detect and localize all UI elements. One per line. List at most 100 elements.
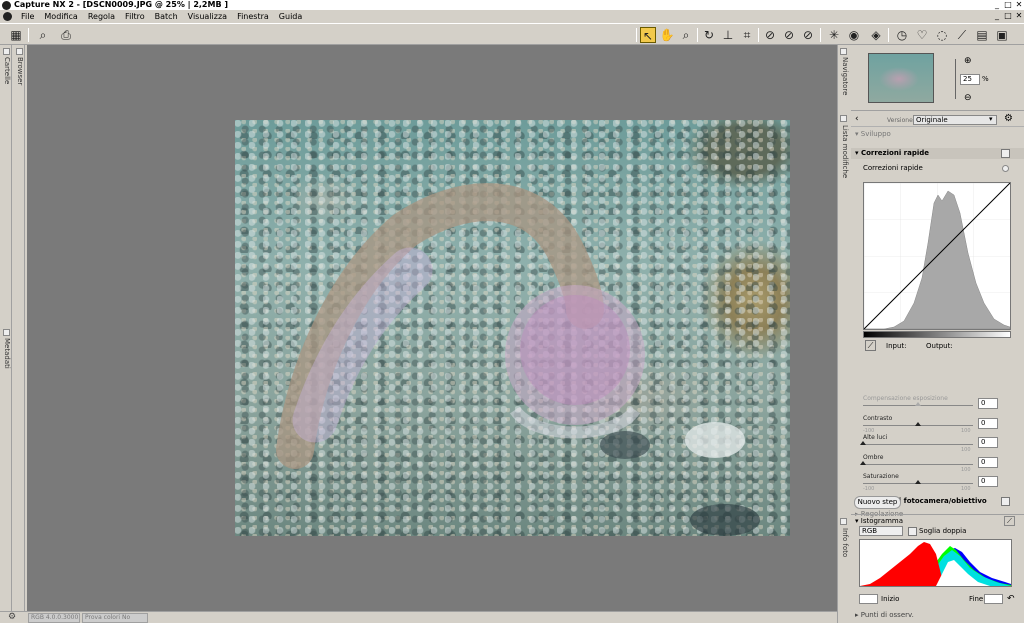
start-field[interactable] xyxy=(859,594,878,604)
tab-cartelle[interactable]: Cartelle xyxy=(3,57,11,84)
zoom-unit: % xyxy=(982,75,989,83)
navigator-toggle[interactable] xyxy=(840,48,847,55)
arrow-tool-icon[interactable]: ↖ xyxy=(640,27,656,43)
camera-fix-checkbox[interactable] xyxy=(1001,497,1010,506)
slider-max-label: 100 xyxy=(961,447,971,453)
end-label: Fine xyxy=(969,595,984,603)
straighten-icon[interactable]: ⊥ xyxy=(720,27,736,43)
tab-metadati[interactable]: Metadati xyxy=(3,338,11,369)
slider-label: Contrasto xyxy=(863,414,893,422)
workspace-grid-icon[interactable]: ▦ xyxy=(8,27,24,43)
zoom-out-icon[interactable]: ⊖ xyxy=(964,93,974,103)
color-info: RGB 4.0.0.3000 xyxy=(28,613,80,623)
double-threshold-checkbox[interactable] xyxy=(908,527,917,536)
print-icon[interactable]: ⎙ xyxy=(58,27,74,43)
histogram-eyedropper-icon[interactable]: ⟋ xyxy=(1004,516,1015,526)
quick-fix-radio[interactable] xyxy=(1002,165,1009,172)
marquee-icon[interactable]: ◌ xyxy=(934,27,950,43)
menu-file[interactable]: File xyxy=(16,10,39,23)
slider-thumb[interactable] xyxy=(915,402,921,406)
selection-tool-icon[interactable]: ◈ xyxy=(868,27,884,43)
zoom-slider[interactable] xyxy=(955,59,956,99)
navigator-panel: ⊕ 25 % ⊖ xyxy=(851,45,1024,111)
black-point-icon[interactable]: ⊘ xyxy=(762,27,778,43)
browse-zoom-icon[interactable]: ⌕ xyxy=(35,27,51,43)
slider-thumb[interactable] xyxy=(860,460,866,465)
minimize-button[interactable]: _ xyxy=(992,0,1002,10)
slider-value-field[interactable]: 0 xyxy=(978,437,998,448)
new-step-button[interactable]: Nuovo step xyxy=(854,496,901,509)
edit-list-panel: ‹ Versione Originale ▾ ⚙ ▾ Sviluppo ▾ Co… xyxy=(851,112,1024,518)
browser-toggle[interactable] xyxy=(16,48,23,55)
quick-fix-enable-checkbox[interactable] xyxy=(1001,149,1010,158)
tab-info-foto[interactable]: Info foto xyxy=(841,528,849,557)
hand-tool-icon[interactable]: ✋ xyxy=(659,27,675,43)
neutral-point-icon[interactable]: ⊘ xyxy=(781,27,797,43)
photo-image[interactable] xyxy=(235,120,790,536)
slider-thumb[interactable] xyxy=(915,480,921,484)
doc-close-button[interactable]: ✕ xyxy=(1014,11,1024,21)
maximize-button[interactable]: □ xyxy=(1003,0,1013,10)
slider-value-field[interactable]: 0 xyxy=(978,456,998,468)
tab-navigatore[interactable]: Navigatore xyxy=(841,57,849,95)
slider-thumb[interactable] xyxy=(860,441,866,445)
panel-options-gear-icon[interactable]: ⚙ xyxy=(1004,113,1013,124)
menu-visualizza[interactable]: Visualizza xyxy=(183,10,232,23)
control-point-icon[interactable]: ◷ xyxy=(894,27,910,43)
doc-minimize-button[interactable]: _ xyxy=(992,11,1002,21)
menu-modifica[interactable]: Modifica xyxy=(39,10,82,23)
tone-curve-graph[interactable] xyxy=(863,182,1011,330)
proof-colors-select[interactable]: Prova colori No xyxy=(82,613,148,623)
sviluppo-header[interactable]: ▾ Sviluppo xyxy=(851,129,1024,140)
image-canvas[interactable] xyxy=(27,45,837,611)
zoom-field[interactable]: 25 xyxy=(960,74,980,85)
photo-info-toggle[interactable] xyxy=(840,518,847,525)
navigator-thumbnail[interactable] xyxy=(868,53,934,103)
curve-pick-icon[interactable]: ⟋ xyxy=(865,340,876,351)
slider-label: Compensazione esposizione xyxy=(863,395,948,402)
menu-finestra[interactable]: Finestra xyxy=(232,10,274,23)
red-eye-icon[interactable]: ✳ xyxy=(826,27,842,43)
slider-value-field[interactable]: 0 xyxy=(978,398,998,409)
zoom-in-icon[interactable]: ⊕ xyxy=(964,56,974,66)
end-field[interactable] xyxy=(984,594,1003,604)
tab-browser[interactable]: Browser xyxy=(16,57,24,85)
settings-gear-icon[interactable]: ⚙ xyxy=(8,612,16,622)
doc-restore-button[interactable]: □ xyxy=(1003,11,1013,21)
crop-icon[interactable]: ⌗ xyxy=(739,27,755,43)
brush-icon[interactable]: ⟋ xyxy=(954,27,970,43)
channel-select[interactable]: RGB xyxy=(859,526,903,536)
rgb-histogram xyxy=(859,539,1012,587)
reset-arrow-icon[interactable]: ↶ xyxy=(1007,594,1015,604)
quick-fix-header[interactable]: ▾ Correzioni rapide xyxy=(851,148,1024,159)
slider-value-field[interactable]: 0 xyxy=(978,417,998,429)
tab-lista-modifiche[interactable]: Lista modifiche xyxy=(841,125,849,178)
menu-batch[interactable]: Batch xyxy=(150,10,183,23)
version-label: Versione xyxy=(887,117,913,124)
gradient-icon[interactable]: ▤ xyxy=(974,27,990,43)
chevron-down-icon[interactable]: ▾ xyxy=(989,115,993,123)
lasso-icon[interactable]: ♡ xyxy=(914,27,930,43)
edit-list-toggle[interactable] xyxy=(840,115,847,122)
slider-min-label: -100 xyxy=(863,427,875,434)
back-arrow-icon[interactable]: ‹ xyxy=(855,114,859,124)
zoom-tool-icon[interactable]: ⌕ xyxy=(678,27,694,43)
observation-points-header[interactable]: ▸ Punti di osserv. xyxy=(851,611,914,619)
slider-track[interactable] xyxy=(863,444,973,445)
menu-regola[interactable]: Regola xyxy=(83,10,120,23)
version-select[interactable]: Originale xyxy=(913,115,997,125)
close-button[interactable]: ✕ xyxy=(1014,0,1024,10)
document-logo-icon[interactable] xyxy=(3,12,12,21)
rotate-icon[interactable]: ↻ xyxy=(701,27,717,43)
cartelle-toggle[interactable] xyxy=(3,48,10,55)
fill-icon[interactable]: ▣ xyxy=(994,27,1010,43)
slider-track[interactable] xyxy=(863,463,973,465)
auto-retouch-icon[interactable]: ◉ xyxy=(846,27,862,43)
slider-thumb[interactable] xyxy=(915,421,921,426)
metadati-toggle[interactable] xyxy=(3,329,10,336)
right-tab-strip: Navigatore Lista modifiche Info foto xyxy=(837,45,851,623)
slider-value-field[interactable]: 0 xyxy=(978,476,998,487)
menu-guida[interactable]: Guida xyxy=(274,10,307,23)
white-point-icon[interactable]: ⊘ xyxy=(800,27,816,43)
menu-filtro[interactable]: Filtro xyxy=(120,10,150,23)
